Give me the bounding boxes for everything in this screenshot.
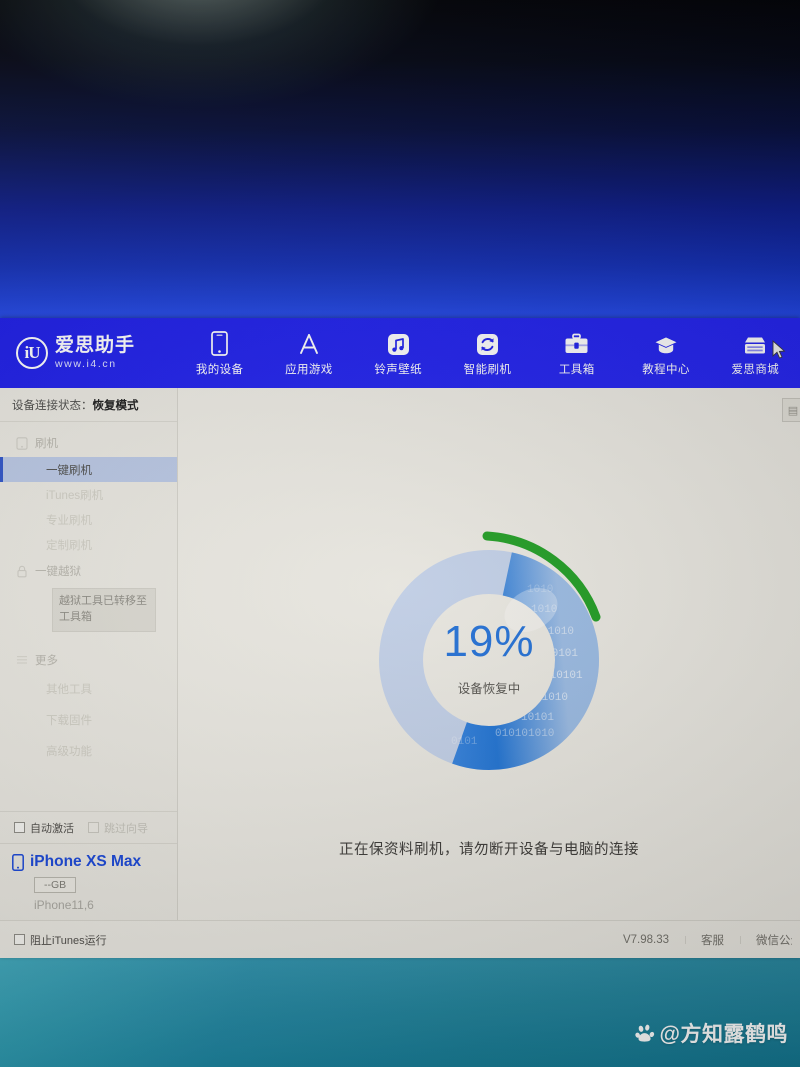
sidebar-group-jailbreak[interactable]: 一键越狱	[0, 557, 177, 585]
connection-status-value: 恢复模式	[92, 399, 139, 412]
progress-donut-svg: 1010 01010 10101 010101 01010 10101 0101…	[379, 531, 601, 770]
phone-small-icon	[12, 853, 24, 871]
sidebar-group-flash[interactable]: 刷机	[0, 429, 177, 457]
nav-item-smart-flash[interactable]: 智能刷机	[443, 318, 532, 388]
svg-text:10101: 10101	[545, 648, 578, 660]
device-capacity: --GB	[34, 877, 77, 893]
device-name-row: iPhone XS Max	[12, 853, 177, 871]
toolbox-icon	[564, 330, 589, 356]
nav-item-toolbox[interactable]: 工具箱	[532, 318, 621, 388]
watermark-text: @方知露鹤鸣	[659, 1023, 788, 1046]
nav-label: 铃声壁纸	[374, 363, 422, 376]
connection-status-label: 设备连接状态：	[12, 399, 93, 412]
checkbox-label: 阻止iTunes运行	[30, 934, 107, 947]
sidebar-item-itunes-flash[interactable]: iTunes刷机	[0, 482, 177, 507]
progress-donut: 1010 01010 10101 010101 01010 10101 0101…	[355, 526, 623, 794]
block-itunes-checkbox[interactable]: 阻止iTunes运行	[14, 932, 107, 948]
checkbox-box	[14, 822, 25, 833]
sidebar-item-pro-flash[interactable]: 专业刷机	[0, 507, 177, 532]
watermark: @方知露鹤鸣	[634, 1018, 788, 1048]
sidebar-group-label: 更多	[35, 654, 58, 667]
sidebar-nav: 刷机 一键刷机 iTunes刷机 专业刷机 定制刷机 一键越狱 越狱工具已转移至…	[0, 422, 177, 811]
nav-label: 爱思商城	[731, 363, 780, 376]
connected-device-card[interactable]: iPhone XS Max --GB iPhone11,6	[0, 843, 177, 920]
sidebar-item-advanced[interactable]: 高级功能	[0, 736, 177, 767]
support-link[interactable]: 客服	[685, 932, 740, 948]
nav-label: 智能刷机	[463, 363, 512, 376]
logo-title: 爱思助手	[55, 335, 136, 357]
mouse-cursor-icon	[772, 340, 786, 359]
sidebar-item-label: 一键刷机	[46, 464, 92, 477]
phone-outline-icon	[16, 436, 28, 450]
status-bar-left: 阻止iTunes运行	[14, 932, 107, 948]
sidebar-group-label: 刷机	[35, 438, 58, 450]
svg-text:01010: 01010	[535, 692, 568, 704]
sidebar-item-download-firmware[interactable]: 下载固件	[0, 705, 177, 736]
lock-icon	[17, 565, 27, 577]
top-navigation-bar: iU 爱思助手 www.i4.cn 我的设备 应用游戏 铃声壁纸 智能刷机 工具…	[0, 318, 800, 388]
music-note-icon	[387, 330, 410, 356]
checkbox-box	[88, 822, 99, 833]
sidebar-item-label: 定制刷机	[46, 539, 92, 552]
progress-hint-text: 正在保资料刷机，请勿断开设备与电脑的连接	[339, 842, 639, 858]
status-bar-right: V7.98.33 客服 微信公众号	[607, 932, 792, 948]
nav-label: 工具箱	[558, 363, 595, 376]
graduation-cap-icon	[653, 330, 679, 356]
app-logo[interactable]: iU 爱思助手 www.i4.cn	[0, 318, 175, 388]
nav-label: 我的设备	[195, 363, 244, 376]
aisi-assistant-window: iU 爱思助手 www.i4.cn 我的设备 应用游戏 铃声壁纸 智能刷机 工具…	[0, 318, 800, 958]
skip-wizard-checkbox[interactable]: 跳过向导	[88, 820, 148, 836]
version-label: V7.98.33	[622, 933, 669, 946]
sidebar-item-label: 高级功能	[46, 746, 92, 759]
nav-item-list: 我的设备 应用游戏 铃声壁纸 智能刷机 工具箱 教程中心 爱思商城	[175, 318, 800, 388]
nav-label: 教程中心	[642, 363, 690, 376]
refresh-circle-icon	[476, 330, 499, 356]
store-icon	[742, 330, 768, 356]
status-bar: 阻止iTunes运行 V7.98.33 客服 微信公众号	[0, 920, 800, 958]
sidebar-options: 自动激活 跳过向导	[0, 811, 177, 843]
sidebar-item-label: 下载固件	[46, 715, 92, 728]
nav-label: 应用游戏	[285, 363, 333, 376]
nav-item-tutorials[interactable]: 教程中心	[621, 318, 710, 388]
sidebar-item-other-tools[interactable]: 其他工具	[0, 674, 177, 705]
sidebar-group-more[interactable]: 更多	[0, 646, 177, 674]
nav-item-ringtones-wallpapers[interactable]: 铃声壁纸	[354, 318, 443, 388]
logo-url: www.i4.cn	[55, 358, 117, 371]
checkbox-box	[14, 934, 25, 945]
sidebar-item-label: 其他工具	[46, 684, 92, 697]
desktop-lower-area	[0, 955, 800, 1067]
sidebar-group-label: 一键越狱	[35, 566, 81, 578]
wechat-link[interactable]: 微信公众号	[740, 932, 792, 948]
sidebar: 设备连接状态： 恢复模式 刷机 一键刷机 iTunes刷机 专业刷机 定制刷机 …	[0, 388, 178, 920]
device-name: iPhone XS Max	[30, 853, 142, 870]
connection-status: 设备连接状态： 恢复模式	[0, 388, 177, 422]
window-body: 设备连接状态： 恢复模式 刷机 一键刷机 iTunes刷机 专业刷机 定制刷机 …	[0, 388, 800, 920]
svg-text:010101: 010101	[543, 670, 583, 682]
svg-text:010101010: 010101010	[495, 728, 554, 740]
nav-item-apps-games[interactable]: 应用游戏	[264, 318, 353, 388]
baidu-paw-icon	[634, 1024, 654, 1042]
sidebar-item-label: 专业刷机	[46, 514, 92, 527]
jailbreak-moved-tooltip: 越狱工具已转移至工具箱	[52, 588, 156, 632]
sidebar-item-one-key-flash[interactable]: 一键刷机	[0, 457, 177, 482]
panel-toggle-icon[interactable]: ▤	[782, 398, 800, 422]
auto-activate-checkbox[interactable]: 自动激活	[14, 820, 74, 836]
menu-lines-icon	[17, 656, 27, 664]
checkbox-label: 自动激活	[30, 822, 74, 835]
svg-text:01010: 01010	[541, 626, 574, 638]
sidebar-item-custom-flash[interactable]: 定制刷机	[0, 532, 177, 557]
phone-icon	[211, 330, 228, 356]
logo-mark-icon: iU	[16, 337, 48, 369]
sidebar-item-label: iTunes刷机	[46, 489, 104, 502]
progress-donut-wrap: 1010 01010 10101 010101 01010 10101 0101…	[178, 526, 800, 794]
device-model: iPhone11,6	[34, 898, 94, 912]
svg-text:10101: 10101	[521, 712, 554, 724]
app-store-icon	[297, 330, 321, 356]
svg-text:0101: 0101	[451, 736, 478, 748]
content-area: ▤ 1010 01010 10101 010101 01010 10101 01…	[178, 388, 800, 920]
nav-item-my-device[interactable]: 我的设备	[175, 318, 264, 388]
nav-item-store[interactable]: 爱思商城	[711, 318, 800, 388]
checkbox-label: 跳过向导	[104, 822, 148, 835]
